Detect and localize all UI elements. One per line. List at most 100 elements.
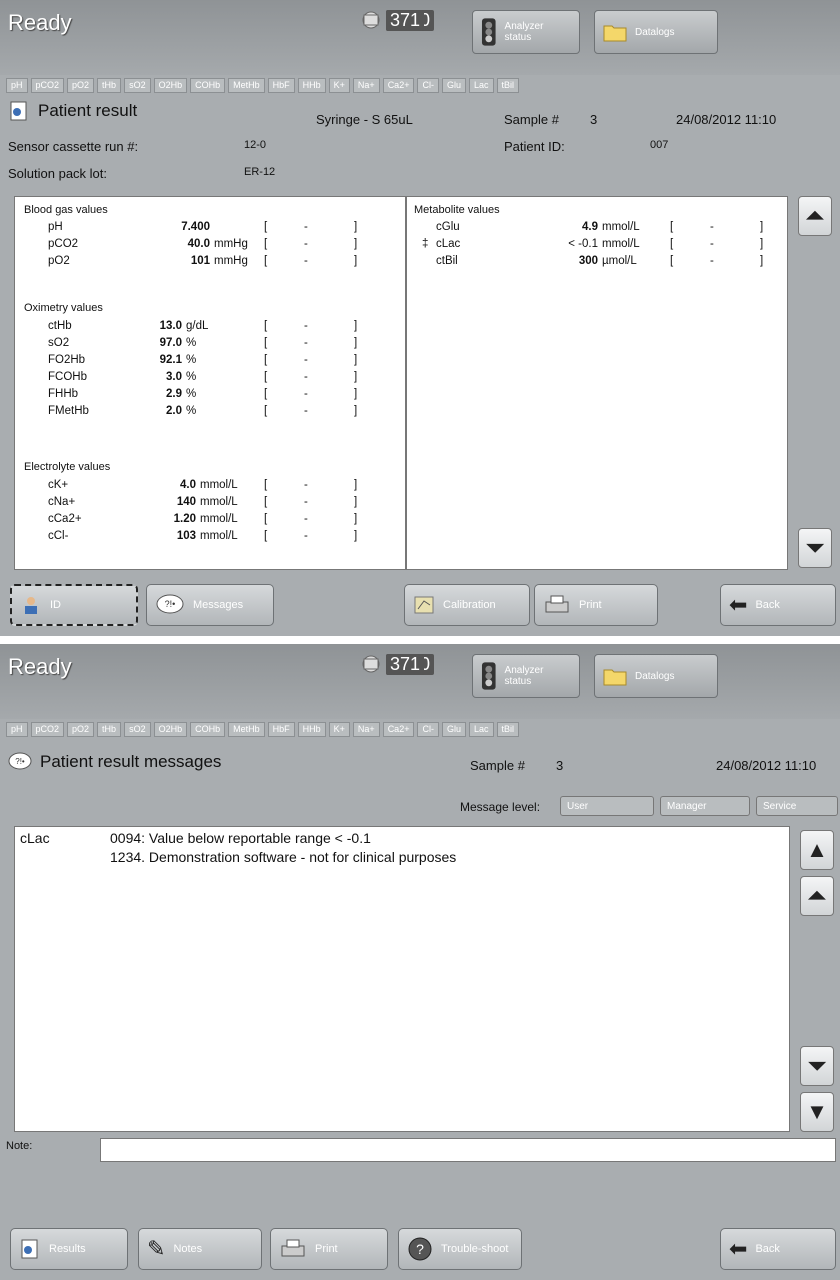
tab-tbil[interactable]: tBil [496,722,520,737]
result-row-fmethb[interactable]: FMetHb 2.0% [-] [48,403,357,418]
print-button[interactable]: Print [270,1228,388,1270]
result-row-po2[interactable]: pO2 101 mmHg [-] [48,253,357,268]
level-manager-button[interactable]: Manager [660,796,750,816]
scroll-page-down-button[interactable]: ⏷ [798,528,832,568]
range-dash: - [710,220,714,233]
tab-hhb[interactable]: HHb [297,722,326,737]
notes-label: Notes [173,1243,203,1255]
calibration-button[interactable]: Calibration [404,584,530,626]
result-row-fo2hb[interactable]: FO2Hb 92.1% [-] [48,352,357,367]
tab-po2[interactable]: pO2 [67,722,95,737]
troubleshoot-button[interactable]: ? Trouble-shoot [398,1228,522,1270]
syringe-info: Syringe - S 65uL [316,112,413,127]
tab-na[interactable]: Na+ [352,722,380,737]
tab-na[interactable]: Na+ [352,78,380,93]
result-row-so2[interactable]: sO2 97.0% [-] [48,335,357,350]
tab-glu[interactable]: Glu [441,78,466,93]
print-button[interactable]: Print [534,584,658,626]
tab-hhb[interactable]: HHb [297,78,326,93]
param-unit: mmol/L [602,237,640,250]
tab-ca[interactable]: Ca2+ [382,78,415,93]
result-row-fcohb[interactable]: FCOHb 3.0% [-] [48,369,357,384]
tab-lac[interactable]: Lac [468,722,494,737]
patient-id-label: Patient ID: [504,139,565,154]
back-button[interactable]: ⬅ Back [720,1228,836,1270]
result-row-ck[interactable]: cK+ 4.0 mmol/L [-] [48,477,357,492]
patient-id-value: 007 [650,139,669,151]
tab-so2[interactable]: sO2 [124,722,151,737]
result-row-cglu[interactable]: cGlu 4.9 mmol/L [-] [422,219,763,234]
tab-methb[interactable]: MetHb [228,78,265,93]
tab-o2hb[interactable]: O2Hb [153,722,188,737]
result-row-ccl[interactable]: cCl- 103 mmol/L [-] [48,528,357,543]
arrow-up-icon: ▲ [806,837,828,862]
scroll-down-button[interactable]: ▼ [800,1092,834,1132]
tab-o2hb[interactable]: O2Hb [153,78,188,93]
id-button[interactable]: ID [10,584,138,626]
note-field[interactable] [100,1138,836,1162]
tab-so2[interactable]: sO2 [124,78,151,93]
result-row-cna[interactable]: cNa+ 140 mmol/L [-] [48,494,357,509]
result-row-clac[interactable]: ‡ cLac < -0.1 mmol/L [-] [422,236,763,251]
tab-k[interactable]: K+ [328,722,350,737]
tab-tbil[interactable]: tBil [496,78,520,93]
tab-hbf[interactable]: HbF [267,78,295,93]
range-open: [ [264,387,268,400]
result-row-cca[interactable]: cCa2+ 1.20 mmol/L [-] [48,511,357,526]
param-label: pH [48,220,63,233]
range-close: ] [354,319,358,332]
scroll-page-up-button[interactable]: ⏶ [798,196,832,236]
range-close: ] [354,336,358,349]
tab-pco2[interactable]: pCO2 [30,78,65,93]
tab-ca[interactable]: Ca2+ [382,722,415,737]
level-user-button[interactable]: User [560,796,654,816]
range-dash: - [304,529,308,542]
sample-value: 3 [556,758,564,773]
tab-glu[interactable]: Glu [441,722,466,737]
param-value: 1.20 [173,512,196,525]
result-row-fhhb[interactable]: FHHb 2.9% [-] [48,386,357,401]
level-service-button[interactable]: Service [756,796,838,816]
tab-po2[interactable]: pO2 [67,78,95,93]
scroll-page-down-button[interactable]: ⏷ [800,1046,834,1086]
tab-ph[interactable]: pH [6,722,28,737]
result-row-cthb[interactable]: ctHb 13.0 g/dL [-] [48,318,357,333]
messages-button[interactable]: ?!• Messages [146,584,274,626]
tab-hbf[interactable]: HbF [267,722,295,737]
result-row-ph[interactable]: pH 7.400 [-] [48,219,357,234]
svg-text:?!•: ?!• [15,757,25,766]
results-button[interactable]: Results [10,1228,128,1270]
tab-cl[interactable]: Cl- [417,78,439,93]
scroll-page-up-button[interactable]: ⏶ [800,876,834,916]
datalogs-button[interactable]: Datalogs [594,654,718,698]
tab-thb[interactable]: tHb [97,722,122,737]
result-row-ctbil[interactable]: ctBil 300 µmol/L [-] [422,253,763,268]
solution-pack-value: ER-12 [244,166,276,178]
tab-pco2[interactable]: pCO2 [30,722,65,737]
range-dash: - [304,387,308,400]
notes-button[interactable]: ✎ Notes [138,1228,262,1270]
tab-cl[interactable]: Cl- [417,722,439,737]
tab-cohb[interactable]: COHb [190,722,226,737]
message-text[interactable]: 1234. Demonstration software - not for c… [110,849,456,865]
datalogs-button[interactable]: Datalogs [594,10,718,54]
analyzer-status-button[interactable]: Analyzer status [472,654,580,698]
scroll-up-button[interactable]: ▲ [800,830,834,870]
result-row-pco2[interactable]: pCO2 40.0 mmHg [-] [48,236,357,251]
param-unit: % [186,404,197,417]
test-counter: 9990 371 [362,652,452,704]
tab-thb[interactable]: tHb [97,78,122,93]
param-value: 97.0 [159,336,182,349]
message-text[interactable]: 0094: Value below reportable range < -0.… [110,830,371,846]
param-unit: µmol/L [602,254,637,267]
tab-ph[interactable]: pH [6,78,28,93]
param-value: < -0.1 [568,237,598,250]
counter-bottom: 371 [386,653,425,675]
tab-methb[interactable]: MetHb [228,722,265,737]
calibration-label: Calibration [443,599,496,611]
analyzer-status-button[interactable]: Analyzer status [472,10,580,54]
tab-lac[interactable]: Lac [468,78,494,93]
tab-k[interactable]: K+ [328,78,350,93]
back-button[interactable]: ⬅ Back [720,584,836,626]
tab-cohb[interactable]: COHb [190,78,226,93]
